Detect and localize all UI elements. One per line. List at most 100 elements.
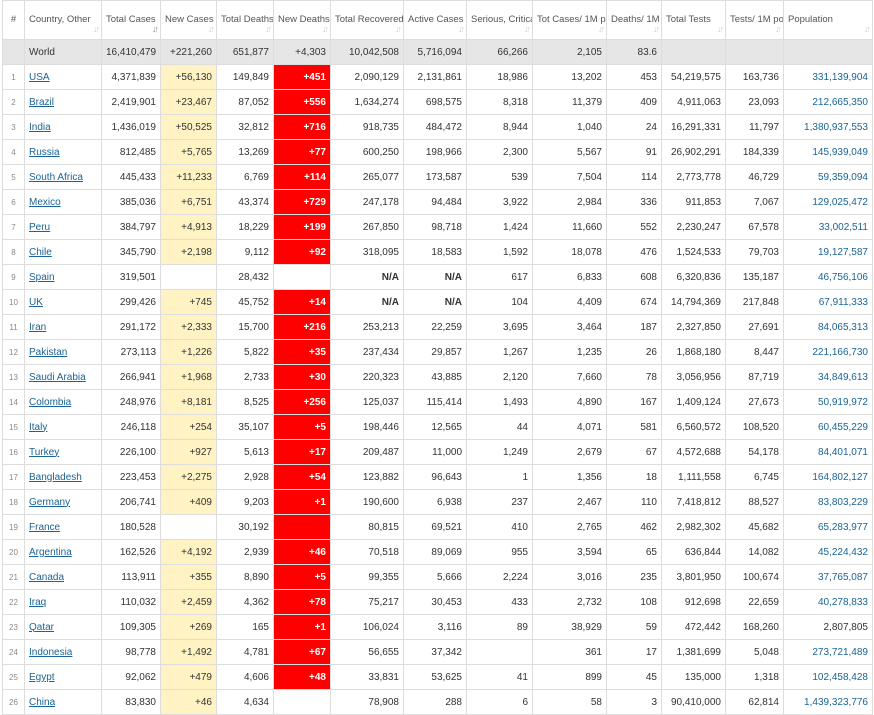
population-link[interactable]: 60,455,229 [818, 422, 868, 433]
country-link[interactable]: Russia [29, 147, 60, 158]
column-header-deaths-per-1m[interactable]: Deaths/ 1M pop↓↑ [606, 0, 662, 40]
country-link[interactable]: Pakistan [29, 347, 67, 358]
table-row: 4 Russia 812,485 +5,765 13,269 +77 600,250 198,… [2, 139, 873, 165]
table-row: 3 India 1,436,019 +50,525 32,812 +716 918,735 4… [2, 114, 873, 140]
country-link[interactable]: India [29, 122, 51, 133]
column-header-total-tests[interactable]: Total Tests ↓↑ [661, 0, 726, 40]
population-link[interactable]: 1,439,323,776 [804, 697, 868, 708]
country-link[interactable]: Spain [29, 272, 55, 283]
cell-total-tests: 4,911,063 [661, 89, 726, 115]
sort-arrows-icon[interactable]: ↓↑ [265, 23, 272, 35]
column-header-total-deaths[interactable]: Total Deaths ↓↑ [216, 0, 274, 40]
country-link[interactable]: Egypt [29, 672, 55, 683]
country-link[interactable]: Colombia [29, 397, 71, 408]
country-link[interactable]: South Africa [29, 172, 83, 183]
population-link[interactable]: 102,458,428 [812, 672, 868, 683]
sort-arrows-icon[interactable]: ↓↑ [775, 23, 782, 35]
cell-population: 50,919,972 [783, 389, 873, 415]
population-link[interactable]: 50,919,972 [818, 397, 868, 408]
column-header-active-cases[interactable]: Active Cases ↓↑ [403, 0, 467, 40]
cell-serious-critical: 1,493 [466, 389, 533, 415]
country-link[interactable]: Bangladesh [29, 472, 82, 483]
population-link[interactable]: 1,380,937,553 [804, 122, 868, 133]
country-link[interactable]: Qatar [29, 622, 54, 633]
cell-population: 33,002,511 [783, 214, 873, 240]
population-link[interactable]: 59,359,094 [818, 172, 868, 183]
cell-serious-critical [466, 639, 533, 665]
cell-active-cases: 96,643 [403, 464, 467, 490]
country-link[interactable]: Saudi Arabia [29, 372, 86, 383]
population-link[interactable]: 273,721,489 [812, 647, 868, 658]
sort-arrows-icon[interactable]: ↓↑ [395, 23, 402, 35]
sort-arrows-icon[interactable]: ↓↑ [524, 23, 531, 35]
sort-arrows-icon[interactable]: ↓↑ [717, 23, 724, 35]
population-link[interactable]: 65,283,977 [818, 522, 868, 533]
cell-rank: 18 [2, 489, 25, 515]
sort-arrows-icon[interactable]: ↓↑ [322, 23, 329, 35]
country-link[interactable]: Turkey [29, 447, 59, 458]
table-row: 7 Peru 384,797 +4,913 18,229 +199 267,850 98,71… [2, 214, 873, 240]
population-link[interactable]: 67,911,333 [819, 297, 868, 308]
population-link[interactable]: 145,939,049 [812, 147, 868, 158]
country-link[interactable]: Argentina [29, 547, 72, 558]
population-link[interactable]: 331,139,904 [812, 72, 868, 83]
population-link[interactable]: 19,127,587 [818, 247, 868, 258]
column-header-serious-critical[interactable]: Serious, Critical ↓↑ [466, 0, 533, 40]
country-link[interactable]: Germany [29, 497, 70, 508]
sort-arrows-icon[interactable]: ↓↑ [152, 23, 159, 35]
table-body: World 16,410,479 +221,260 651,877 +4,303 10,0… [2, 39, 873, 715]
country-link[interactable]: Mexico [29, 197, 61, 208]
country-link[interactable]: Iran [29, 322, 46, 333]
column-header-tot-cases-per-1m[interactable]: Tot Cases/ 1M pop↓↑ [532, 0, 607, 40]
country-link[interactable]: Canada [29, 572, 64, 583]
column-header-population[interactable]: Population ↓↑ [783, 0, 873, 40]
country-link[interactable]: Chile [29, 247, 52, 258]
cell-new-cases: +2,333 [160, 314, 217, 340]
country-link[interactable]: UK [29, 297, 43, 308]
country-link[interactable]: Peru [29, 222, 50, 233]
population-link[interactable]: 83,803,229 [818, 497, 868, 508]
sort-arrows-icon[interactable]: ↓↑ [208, 23, 215, 35]
population-link[interactable]: 164,802,127 [812, 472, 868, 483]
population-link[interactable]: 33,002,511 [819, 222, 868, 233]
population-link[interactable]: 212,665,350 [812, 97, 868, 108]
country-link[interactable]: Iraq [29, 597, 46, 608]
sort-arrows-icon[interactable]: ↓↑ [458, 23, 465, 35]
population-link[interactable]: 40,278,833 [818, 597, 868, 608]
table-row: 20 Argentina 162,526 +4,192 2,939 +46 70,518 89… [2, 539, 873, 565]
column-header-new-cases[interactable]: New Cases ↓↑ [160, 0, 217, 40]
country-link[interactable]: Indonesia [29, 647, 72, 658]
column-header-total-cases[interactable]: Total Cases ↓↑ [101, 0, 161, 40]
cell-tot-cases-per-1m: 2,467 [532, 489, 607, 515]
country-link[interactable]: China [29, 697, 55, 708]
cell-tot-cases-per-1m: 7,660 [532, 364, 607, 390]
sort-arrows-icon[interactable]: ↓↑ [864, 23, 871, 35]
country-link[interactable]: Italy [29, 422, 47, 433]
country-link[interactable]: Brazil [29, 97, 54, 108]
country-link[interactable]: France [29, 522, 60, 533]
population-link[interactable]: 84,401,071 [818, 447, 868, 458]
cell-active-cases: 115,414 [403, 389, 467, 415]
population-link[interactable]: 34,849,613 [818, 372, 868, 383]
cell-total-cases: 83,830 [101, 689, 161, 715]
sort-arrows-icon[interactable]: ↓↑ [598, 23, 605, 35]
population-link[interactable]: 221,166,730 [812, 347, 868, 358]
country-link[interactable]: USA [29, 72, 50, 83]
cell-rank: 10 [2, 289, 25, 315]
population-link[interactable]: 84,065,313 [818, 322, 868, 333]
population-link[interactable]: 129,025,472 [812, 197, 868, 208]
cell-deaths-per-1m: 65 [606, 539, 662, 565]
sort-arrows-icon[interactable]: ↓↑ [653, 23, 660, 35]
column-header-new-deaths[interactable]: New Deaths ↓↑ [273, 0, 331, 40]
column-header-rank[interactable]: # [2, 0, 25, 40]
population-link[interactable]: 37,765,087 [818, 572, 868, 583]
sort-arrows-icon[interactable]: ↓↑ [93, 23, 100, 35]
cell-tests-per-1m: 217,848 [725, 289, 784, 315]
population-link[interactable]: 46,756,106 [818, 272, 868, 283]
cell-tot-cases-per-1m: 1,356 [532, 464, 607, 490]
column-header-country[interactable]: Country, Other ↓↑ [24, 0, 102, 40]
population-link[interactable]: 45,224,432 [818, 547, 868, 558]
column-header-total-recovered[interactable]: Total Recovered ↓↑ [330, 0, 404, 40]
column-header-tests-per-1m[interactable]: Tests/ 1M pop ↓↑ [725, 0, 784, 40]
column-header-label: Total Recovered [335, 14, 404, 25]
